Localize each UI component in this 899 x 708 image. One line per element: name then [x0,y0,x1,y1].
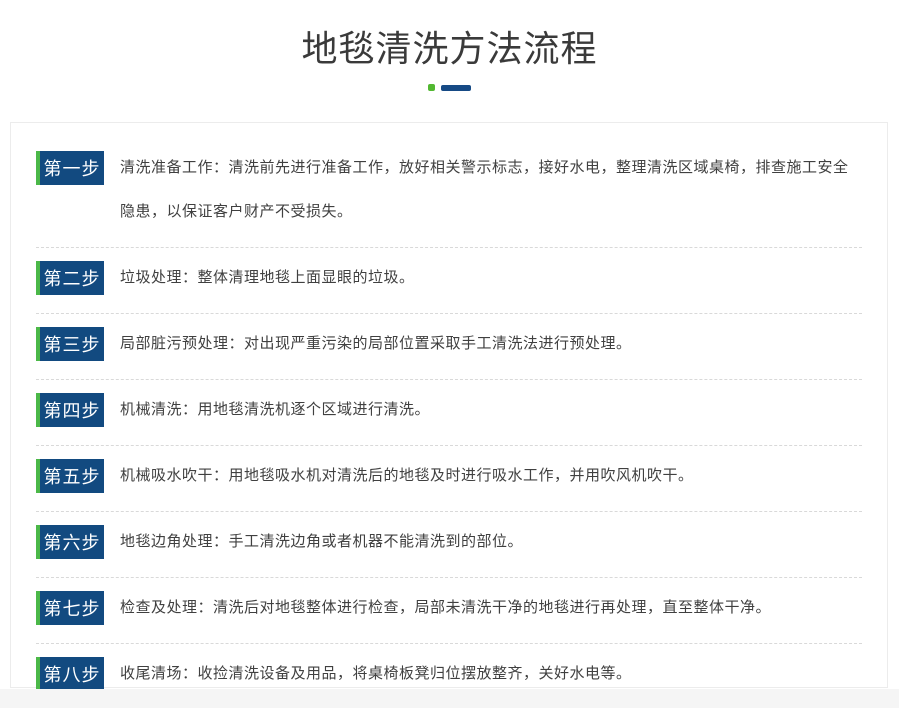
step-row-7: 第七步 检查及处理：清洗后对地毯整体进行检查，局部未清洗干净的地毯进行再处理，直… [36,578,862,643]
step-badge-8: 第八步 [36,657,104,691]
page-title: 地毯清洗方法流程 [0,27,899,70]
divider-bar-icon [441,85,471,91]
page-footer-strip [0,689,899,708]
step-row-5: 第五步 机械吸水吹干：用地毯吸水机对清洗后的地毯及时进行吸水工作，并用吹风机吹干… [36,446,862,511]
step-text-5: 机械吸水吹干：用地毯吸水机对清洗后的地毯及时进行吸水工作，并用吹风机吹干。 [120,454,694,498]
step-badge-5: 第五步 [36,459,104,493]
step-badge-7: 第七步 [36,591,104,625]
step-row-1: 第一步 清洗准备工作：清洗前先进行准备工作，放好相关警示标志，接好水电，整理清洗… [36,151,862,247]
divider-dot-icon [428,84,435,91]
step-text-2: 垃圾处理：整体清理地毯上面显眼的垃圾。 [120,256,415,300]
step-text-7: 检查及处理：清洗后对地毯整体进行检查，局部未清洗干净的地毯进行再处理，直至整体干… [120,586,771,630]
step-row-2: 第二步 垃圾处理：整体清理地毯上面显眼的垃圾。 [36,248,862,313]
step-badge-4: 第四步 [36,393,104,427]
step-row-6: 第六步 地毯边角处理：手工清洗边角或者机器不能清洗到的部位。 [36,512,862,577]
step-badge-2: 第二步 [36,261,104,295]
title-divider [0,84,899,91]
step-badge-6: 第六步 [36,525,104,559]
page-header: 地毯清洗方法流程 [0,0,899,91]
step-text-3: 局部脏污预处理：对出现严重污染的局部位置采取手工清洗法进行预处理。 [120,322,632,366]
step-text-6: 地毯边角处理：手工清洗边角或者机器不能清洗到的部位。 [120,520,523,564]
step-row-4: 第四步 机械清洗：用地毯清洗机逐个区域进行清洗。 [36,380,862,445]
step-row-3: 第三步 局部脏污预处理：对出现严重污染的局部位置采取手工清洗法进行预处理。 [36,314,862,379]
steps-card: 第一步 清洗准备工作：清洗前先进行准备工作，放好相关警示标志，接好水电，整理清洗… [10,122,888,688]
step-badge-1: 第一步 [36,151,104,185]
step-badge-3: 第三步 [36,327,104,361]
step-text-1: 清洗准备工作：清洗前先进行准备工作，放好相关警示标志，接好水电，整理清洗区域桌椅… [120,146,862,234]
step-text-4: 机械清洗：用地毯清洗机逐个区域进行清洗。 [120,388,430,432]
